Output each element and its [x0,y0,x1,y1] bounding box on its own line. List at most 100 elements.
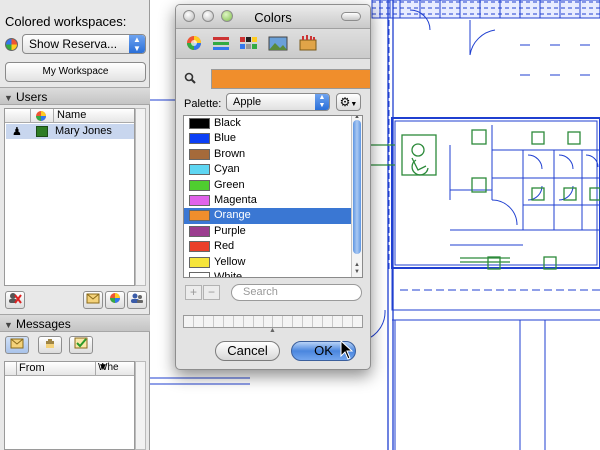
color-chip [189,179,210,191]
workspace-filter-select[interactable]: Show Reserva... ▲ ▼ [22,34,146,54]
approve-button[interactable] [69,336,93,354]
color-list-scroll-thumb[interactable] [353,120,361,254]
magnifier-icon[interactable] [184,72,196,84]
color-mode-toolbar [176,29,370,59]
color-list-item[interactable]: Cyan [184,162,362,177]
disclosure-triangle-icon[interactable]: ▼ [4,93,16,103]
scroll-up-arrow-icon[interactable]: ▲ [354,262,360,268]
column-icon-header[interactable] [5,109,31,123]
select-arrows-icon: ▲ ▼ [129,35,145,53]
color-name: White [214,270,243,278]
users-section-header[interactable]: ▼ Users [0,87,150,105]
envelope-icon [10,338,24,349]
messages-list-header: From Whe ▼ [5,362,134,376]
image-palettes-mode-button[interactable] [268,34,288,52]
color-list-item[interactable]: Magenta [184,193,362,208]
color-list-item[interactable]: Blue [184,131,362,146]
color-list-item[interactable]: Orange [184,208,362,224]
color-chip [189,225,210,237]
color-column-icon [35,110,49,122]
color-sliders-mode-button[interactable] [211,34,231,52]
color-list-scrollbar[interactable]: ▲ ▲ ▼ [351,116,362,277]
colored-workspaces-label: Colored workspaces: [5,14,127,29]
remove-user-button[interactable] [5,291,25,309]
when-column-header[interactable]: Whe ▼ [95,362,119,376]
people-icon [131,293,143,303]
crayons-icon [299,35,317,51]
cancel-button[interactable]: Cancel [215,341,280,361]
color-name: Yellow [214,255,246,268]
color-name: Red [214,240,235,253]
color-name: Blue [214,132,237,145]
gear-icon: ⚙ [339,95,351,109]
users-header-label: Users [16,90,48,104]
add-color-button[interactable]: + [185,285,202,300]
toolbar-toggle-button[interactable] [341,12,361,21]
color-wheel-icon [110,293,120,303]
image-icon [268,36,288,51]
color-name: Orange [214,209,251,222]
inbox-filter-button[interactable] [5,336,29,354]
users-scrollbar[interactable] [135,108,146,286]
messages-section-header[interactable]: ▼ Messages [0,314,150,332]
disclosure-triangle-icon[interactable]: ▼ [4,320,16,330]
color-name: Black [214,117,241,129]
color-list-item[interactable]: Black [184,116,362,131]
my-workspace-button[interactable]: My Workspace [5,62,146,82]
user-info-button[interactable] [127,291,147,309]
color-list-items: Black Blue Brown Cyan Green Magenta Orange Purp… [184,116,362,278]
raise-hand-button[interactable] [38,336,62,354]
color-wheel-mode-button[interactable] [184,34,204,52]
name-column-header[interactable]: Name [53,109,86,123]
color-chip [189,164,210,176]
color-list[interactable]: Black Blue Brown Cyan Green Magenta Orange Purp… [183,115,363,278]
color-chip [189,133,210,145]
users-list-header: Name [5,109,134,123]
color-chip [189,241,210,253]
remove-color-button[interactable]: − [203,285,220,300]
color-search-input[interactable]: Search [231,284,362,301]
from-column-header[interactable]: From [19,362,45,374]
message-user-button[interactable] [83,291,103,309]
color-list-item[interactable]: White [184,270,362,278]
color-name: Brown [214,147,246,160]
messages-list[interactable]: From Whe ▼ [4,361,135,450]
user-person-icon: ♟ [12,126,22,138]
column-flag-header[interactable] [5,362,17,376]
chevron-down-icon: ▼ [350,101,358,108]
envelope-icon [86,293,100,304]
users-list[interactable]: Name ♟ Mary Jones [4,108,135,286]
color-list-item[interactable]: Green [184,178,362,193]
user-name: Mary Jones [55,125,112,137]
user-color-button[interactable] [105,291,125,309]
checkmark-icon [74,337,88,349]
messages-header-label: Messages [16,317,71,331]
color-list-item[interactable]: Brown [184,147,362,162]
color-wheel-icon [187,36,201,50]
current-color-well[interactable] [211,69,370,89]
palette-select[interactable]: Apple ▲ ▼ [226,93,330,111]
color-chip [189,256,210,268]
color-list-item[interactable]: Red [184,239,362,254]
color-list-item[interactable]: Purple [184,224,362,239]
table-row[interactable]: ♟ Mary Jones [6,124,134,139]
color-palettes-mode-button[interactable] [238,34,258,52]
color-name: Green [214,178,245,191]
crayons-mode-button[interactable] [298,34,318,52]
color-list-item[interactable]: Yellow [184,255,362,270]
hand-icon [46,339,54,348]
select-arrows-icon: ▲ ▼ [315,94,329,110]
color-chip [189,148,210,160]
person-remove-icon [9,293,22,304]
palette-select-value: Apple [233,96,262,108]
palette-action-menu-button[interactable]: ⚙▼ [336,93,361,111]
color-chip [189,194,210,206]
color-chip [189,210,210,222]
resize-handle-icon[interactable]: ▲ [269,327,276,334]
sort-descending-icon: ▼ [98,362,108,373]
colors-dialog: Colors Palette: Apple ▲ ▼ ⚙▼ Black Blue Bro… [175,4,371,370]
messages-scrollbar[interactable] [135,361,146,450]
workspace-sidebar: Colored workspaces: Show Reserva... ▲ ▼ M… [0,0,150,450]
scroll-down-arrow-icon[interactable]: ▼ [354,269,360,275]
colors-titlebar[interactable]: Colors [176,5,370,29]
